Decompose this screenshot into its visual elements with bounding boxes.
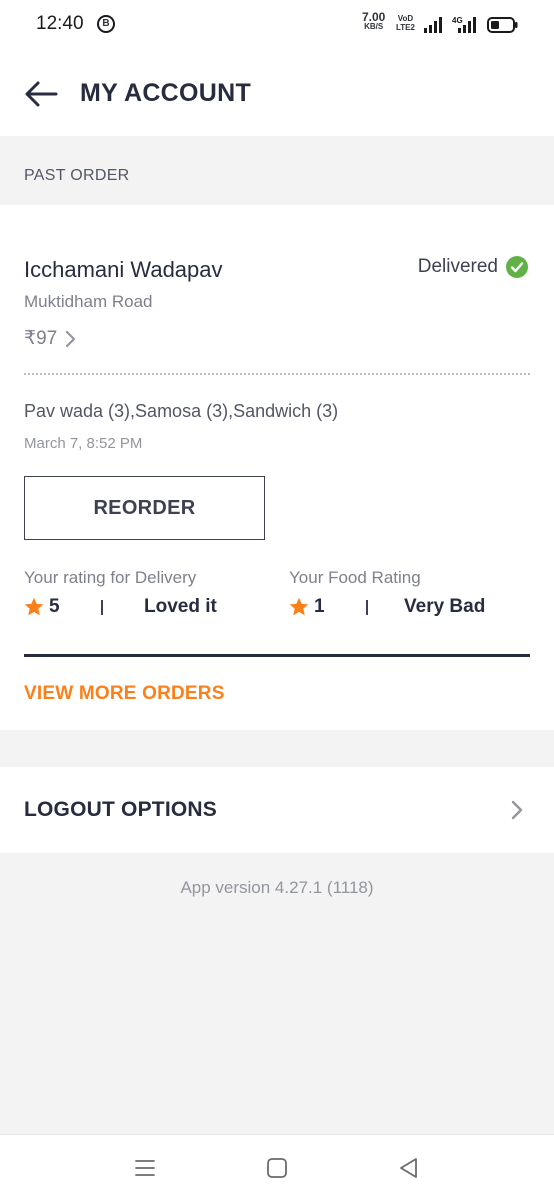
reorder-button[interactable]: REORDER [24,476,265,540]
status-bar: 12:40 B 7.00 KB/S VoD LTE2 4G [0,0,554,52]
home-square-icon[interactable] [264,1155,290,1181]
delivery-rating-row: 5 Loved it [24,596,217,620]
volte-indicator: VoD LTE2 [396,14,415,32]
logout-options-row[interactable]: LOGOUT OPTIONS [0,767,554,853]
system-nav-bar [0,1134,554,1200]
food-rating-row: 1 Very Bad [289,596,485,620]
restaurant-area: Muktidham Road [24,292,153,311]
rating-separator [101,600,103,615]
past-order-card: Icchamani Wadapav Muktidham Road Deliver… [0,205,554,730]
order-status-text: Delivered [417,256,498,277]
dotted-divider [24,373,530,375]
app-header: MY ACCOUNT [0,52,554,136]
star-icon [24,597,44,616]
network-speed: 7.00 KB/S [362,11,385,32]
view-more-orders-link[interactable]: VIEW MORE ORDERS [24,683,225,705]
volte-bottom: LTE2 [396,23,415,32]
star-icon [289,597,309,616]
order-price-link[interactable]: ₹97 [24,327,77,350]
back-triangle-icon[interactable] [396,1155,422,1181]
food-rating-label: Your Food Rating [289,568,421,587]
battery-icon [487,17,518,33]
signal-battery-icons: 4G [424,16,518,33]
order-status: Delivered [418,256,528,278]
logout-options-label: LOGOUT OPTIONS [24,798,217,821]
order-price: ₹97 [24,328,58,349]
delivery-rating-value: 5 [49,596,60,617]
app-version: App version 4.27.1 (1118) [180,878,374,897]
back-arrow-icon[interactable] [24,80,58,108]
order-date: March 7, 8:52 PM [24,435,143,452]
past-order-label: PAST ORDER [24,167,130,184]
rating-separator [366,600,368,615]
food-rating-value: 1 [314,596,325,617]
restaurant-name: Icchamani Wadapav [24,257,223,282]
delivery-rating-label: Your rating for Delivery [24,568,197,587]
food-rating: Your Food Rating 1 Very Bad [289,568,485,620]
menu-icon[interactable] [132,1155,158,1181]
chevron-right-icon [511,800,523,820]
check-circle-icon [506,256,528,278]
delivery-rating-description: Loved it [144,596,217,617]
food-rating-description: Very Bad [404,596,486,617]
network-speed-unit: KB/S [364,22,384,31]
delivery-rating: Your rating for Delivery 5 Loved it [24,568,217,620]
section-divider [24,654,530,657]
network-type: 4G [452,16,463,25]
b-badge-icon: B [97,15,115,33]
order-items: Pav wada (3),Samosa (3),Sandwich (3) [24,401,339,421]
signal-icon [424,17,442,33]
chevron-right-icon [66,330,76,347]
status-time: 12:40 [36,13,84,34]
page-title: MY ACCOUNT [80,79,252,107]
volte-top: VoD [397,14,414,23]
